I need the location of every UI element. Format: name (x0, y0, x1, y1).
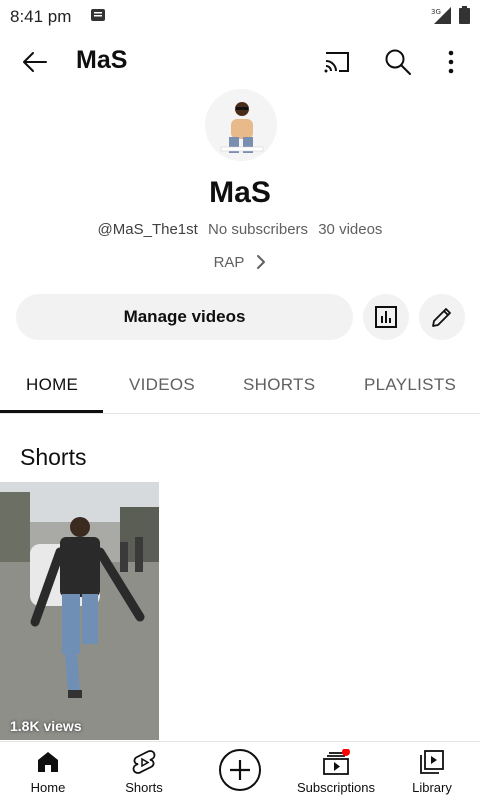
video-count: 30 videos (318, 221, 383, 238)
app-bar-title: MaS (76, 46, 128, 74)
signal-icon: 3G (431, 7, 451, 24)
back-arrow-icon[interactable] (20, 47, 50, 77)
channel-description-link[interactable]: RAP (0, 250, 480, 274)
create-plus-icon (219, 749, 261, 791)
notification-icon (91, 9, 105, 21)
channel-tabs: HOME VIDEOS SHORTS PLAYLISTS (0, 356, 480, 414)
avatar-image (205, 89, 277, 161)
nav-home[interactable]: Home (0, 742, 96, 800)
tab-playlists[interactable]: PLAYLISTS (364, 375, 456, 395)
tab-videos[interactable]: VIDEOS (129, 375, 195, 395)
nav-create[interactable] (192, 742, 288, 800)
active-tab-indicator (0, 410, 103, 413)
shorts-section-title: Shorts (20, 444, 87, 470)
status-bar: 8:41 pm 3G (0, 0, 480, 32)
nav-subscriptions-label: Subscriptions (296, 780, 376, 795)
bottom-navigation: Home Shorts Subscriptions Library (0, 741, 480, 800)
nav-library-label: Library (412, 780, 452, 795)
nav-subscriptions[interactable]: Subscriptions (288, 742, 384, 800)
channel-name: MaS (209, 176, 271, 209)
nav-shorts[interactable]: Shorts (96, 742, 192, 800)
tab-shorts[interactable]: SHORTS (243, 375, 315, 395)
tab-home[interactable]: HOME (26, 375, 78, 395)
subscriber-count: No subscribers (208, 221, 309, 238)
manage-videos-button[interactable]: Manage videos (16, 294, 353, 340)
chevron-right-icon (257, 255, 266, 269)
library-icon (420, 750, 444, 774)
short-view-count: 1.8K views (10, 718, 82, 734)
subscriptions-icon (323, 749, 350, 775)
nav-shorts-label: Shorts (125, 780, 163, 795)
more-vert-icon[interactable] (440, 47, 462, 77)
edit-pencil-icon (432, 308, 451, 327)
short-video-card[interactable]: 1.8K views (0, 482, 159, 740)
description-text: RAP (213, 253, 245, 271)
nav-library[interactable]: Library (384, 742, 480, 800)
shorts-icon (132, 750, 156, 774)
network-type: 3G (431, 8, 441, 16)
nav-home-label: Home (30, 780, 66, 795)
home-icon (38, 752, 58, 772)
search-icon[interactable] (383, 47, 413, 77)
analytics-button[interactable] (363, 294, 409, 340)
channel-avatar[interactable] (205, 89, 277, 161)
analytics-icon (375, 306, 397, 328)
notification-badge (342, 749, 350, 756)
channel-meta: @MaS_The1st No subscribers 30 videos (0, 221, 480, 238)
channel-handle: @MaS_The1st (97, 221, 198, 238)
top-app-bar: MaS (0, 32, 480, 92)
status-time: 8:41 pm (10, 7, 72, 26)
short-thumbnail (0, 482, 159, 740)
edit-channel-button[interactable] (419, 294, 465, 340)
battery-icon (459, 6, 470, 24)
cast-icon[interactable] (322, 49, 352, 75)
